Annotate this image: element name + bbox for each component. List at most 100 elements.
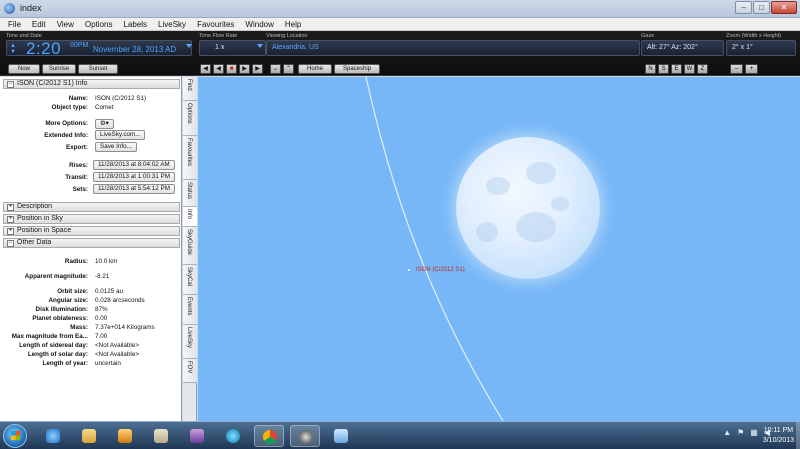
comet-label[interactable]: ISON (C/2012 S1)	[416, 267, 465, 273]
collapse-icon[interactable]: −	[7, 81, 14, 88]
taskbar-chrome[interactable]	[254, 425, 284, 447]
tab-options[interactable]: Options	[183, 101, 197, 136]
gaze-field[interactable]: Alt: 27° Az: 202°	[641, 40, 724, 56]
rises-button[interactable]: 11/28/2013 at 8:04:02 AM	[93, 160, 175, 170]
solar-day-value: <Not Available>	[95, 351, 139, 358]
step-back-icon[interactable]: ◀	[213, 64, 224, 74]
zoom-out-button[interactable]: –	[730, 64, 743, 74]
collapse-icon[interactable]: −	[7, 240, 14, 247]
tab-skyguide[interactable]: SkyGuide	[183, 227, 197, 265]
taskbar-app4[interactable]	[146, 425, 176, 447]
livesky-button[interactable]: LiveSky.com...	[95, 130, 146, 140]
year-length-label: Length of year:	[42, 360, 88, 367]
tab-status[interactable]: Status	[183, 180, 197, 207]
tab-info[interactable]: Info	[183, 207, 197, 227]
start-button[interactable]	[3, 424, 27, 448]
year-length-value: uncertain	[95, 360, 121, 367]
show-desktop-button[interactable]	[796, 422, 800, 449]
tab-skycal[interactable]: SkyCal	[183, 265, 197, 295]
moon-crater	[526, 162, 556, 184]
apparent-magnitude-value: -8.21	[95, 273, 110, 280]
flow-rate-field[interactable]: 1 x	[199, 40, 266, 56]
rewind-icon[interactable]: ◀	[200, 64, 211, 74]
date-dropdown-icon[interactable]	[186, 44, 192, 48]
taskbar-clock[interactable]: 10:11 PM 3/10/2013	[763, 426, 794, 446]
tab-fov[interactable]: FOV	[183, 359, 197, 383]
menu-window[interactable]: Window	[245, 18, 273, 30]
tab-favourites[interactable]: Favourites	[183, 136, 197, 180]
menu-edit[interactable]: Edit	[32, 18, 46, 30]
stop-icon[interactable]: ■	[226, 64, 237, 74]
time-down-icon[interactable]: ▼	[10, 49, 16, 55]
position-space-section-header[interactable]: + Position in Space	[3, 226, 180, 236]
sets-label: Sets:	[72, 186, 88, 193]
network-icon[interactable]: ▦	[750, 428, 758, 437]
tab-events[interactable]: Events	[183, 295, 197, 325]
tab-favourites-label: Favourites	[186, 138, 192, 167]
sets-button[interactable]: 11/28/2013 at 5:54:12 PM	[93, 184, 176, 194]
name-value: ISON (C/2012 S1)	[95, 95, 147, 102]
minimize-button[interactable]: –	[735, 1, 752, 14]
taskbar-ie[interactable]	[38, 425, 68, 447]
sky-view[interactable]: ISON (C/2012 S1)	[198, 77, 800, 421]
position-sky-section-header[interactable]: + Position in Sky	[3, 214, 180, 224]
zoom-field[interactable]: 2° x 1°	[726, 40, 796, 56]
more-options-button[interactable]: ⚙▾	[95, 119, 114, 129]
taskbar-starry-night[interactable]	[290, 425, 320, 447]
location-field[interactable]: Alexandria, US	[266, 40, 640, 56]
home-button[interactable]: Home	[298, 64, 332, 74]
moon-disk[interactable]	[456, 137, 600, 279]
flow-dropdown-icon[interactable]	[257, 44, 263, 48]
clock-time: 10:11 PM	[763, 427, 794, 434]
transit-button[interactable]: 11/28/2013 at 1:00:31 PM	[93, 172, 176, 182]
taskbar-paint[interactable]	[326, 425, 356, 447]
tab-skycal-label: SkyCal	[186, 267, 192, 287]
tab-livesky[interactable]: LiveSky	[183, 325, 197, 359]
nav-up-icon[interactable]: ⌃	[283, 64, 294, 74]
paint-icon	[334, 429, 348, 443]
flag-icon[interactable]: ⚑	[737, 428, 744, 437]
east-button[interactable]: E	[671, 64, 682, 74]
taskbar-app6[interactable]	[218, 425, 248, 447]
menu-livesky[interactable]: LiveSky	[158, 18, 186, 30]
telescope-icon	[299, 430, 313, 444]
moon-crater	[516, 212, 556, 242]
disk-illumination-label: Disk illumination:	[35, 306, 88, 313]
info-section-header[interactable]: − ISON (C/2012 S1) Info	[3, 79, 180, 89]
moon-crater	[476, 222, 498, 242]
menu-labels[interactable]: Labels	[123, 18, 147, 30]
zoom-in-button[interactable]: +	[745, 64, 758, 74]
spaceship-button[interactable]: Spaceship	[334, 64, 380, 74]
menu-help[interactable]: Help	[285, 18, 301, 30]
now-button[interactable]: Now	[8, 64, 40, 74]
menu-favourites[interactable]: Favourites	[197, 18, 234, 30]
menu-view[interactable]: View	[57, 18, 74, 30]
sunset-button[interactable]: Sunset	[78, 64, 118, 74]
taskbar-app5[interactable]	[182, 425, 212, 447]
description-section-header[interactable]: + Description	[3, 202, 180, 212]
close-button[interactable]: ✕	[771, 1, 797, 14]
play-icon[interactable]: ▶	[239, 64, 250, 74]
expand-icon[interactable]: +	[7, 228, 14, 235]
data-row-mass: Mass: 7.37e+014 Kilograms	[3, 323, 180, 332]
expand-icon[interactable]: +	[7, 204, 14, 211]
tray-arrow-icon[interactable]: ▲	[723, 428, 731, 437]
taskbar-media[interactable]	[110, 425, 140, 447]
tab-find[interactable]: Find	[183, 77, 197, 101]
menu-options[interactable]: Options	[85, 18, 113, 30]
comet-marker[interactable]	[408, 269, 410, 271]
menu-file[interactable]: File	[8, 18, 21, 30]
taskbar-explorer[interactable]	[74, 425, 104, 447]
west-button[interactable]: W	[684, 64, 695, 74]
sunrise-button[interactable]: Sunrise	[42, 64, 76, 74]
zenith-button[interactable]: Z	[697, 64, 708, 74]
north-button[interactable]: N	[645, 64, 656, 74]
expand-icon[interactable]: +	[7, 216, 14, 223]
orbit-size-label: Orbit size:	[57, 288, 88, 295]
maximize-button[interactable]: □	[753, 1, 770, 14]
other-data-section-header[interactable]: − Other Data	[3, 238, 180, 248]
save-info-button[interactable]: Save Info...	[95, 142, 137, 152]
nav-down-icon[interactable]: ⌄	[270, 64, 281, 74]
south-button[interactable]: S	[658, 64, 669, 74]
fast-forward-icon[interactable]: ▶	[252, 64, 263, 74]
